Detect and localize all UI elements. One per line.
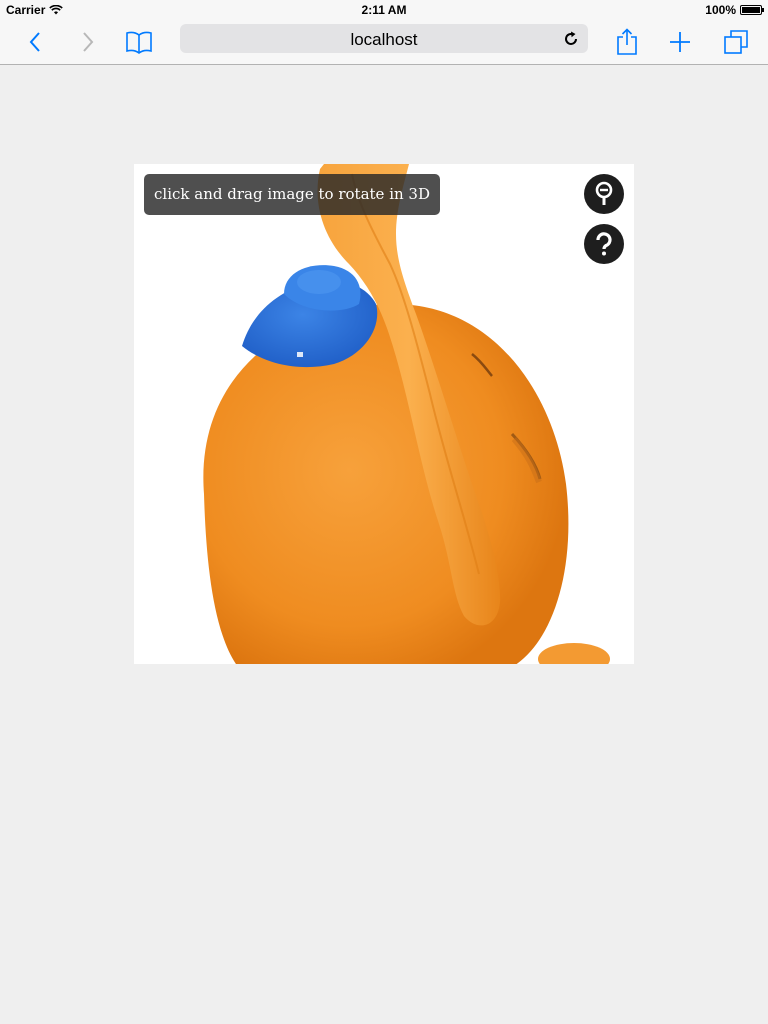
address-bar[interactable]: localhost — [180, 24, 588, 53]
tabs-button[interactable] — [718, 24, 754, 60]
new-tab-button[interactable] — [662, 24, 698, 60]
help-button[interactable] — [584, 224, 624, 264]
battery-indicator: 100% — [705, 3, 764, 17]
help-icon — [596, 232, 612, 256]
status-bar: Carrier 2:11 AM 100% — [0, 0, 768, 20]
share-icon — [617, 28, 637, 55]
reload-button[interactable] — [560, 28, 582, 50]
image-viewer[interactable]: click and drag image to rotate in 3D — [134, 164, 634, 664]
new-tab-icon — [670, 32, 690, 52]
zoom-button[interactable] — [584, 174, 624, 214]
battery-percent: 100% — [705, 3, 736, 17]
clock: 2:11 AM — [361, 3, 407, 17]
battery-icon — [740, 5, 764, 15]
tabs-icon — [724, 30, 748, 54]
rotate-hint: click and drag image to rotate in 3D — [144, 174, 440, 215]
back-button[interactable] — [17, 24, 53, 60]
bookmarks-button[interactable] — [121, 24, 157, 60]
share-button[interactable] — [609, 24, 645, 60]
zoom-icon — [595, 181, 613, 205]
plush-toy-image[interactable] — [134, 164, 634, 664]
url-text: localhost — [350, 30, 418, 49]
reload-icon — [565, 31, 577, 45]
forward-icon — [83, 32, 94, 52]
forward-button[interactable] — [70, 24, 106, 60]
back-icon — [29, 32, 40, 52]
browser-toolbar: localhost — [0, 20, 768, 65]
bookmarks-icon — [126, 31, 152, 54]
